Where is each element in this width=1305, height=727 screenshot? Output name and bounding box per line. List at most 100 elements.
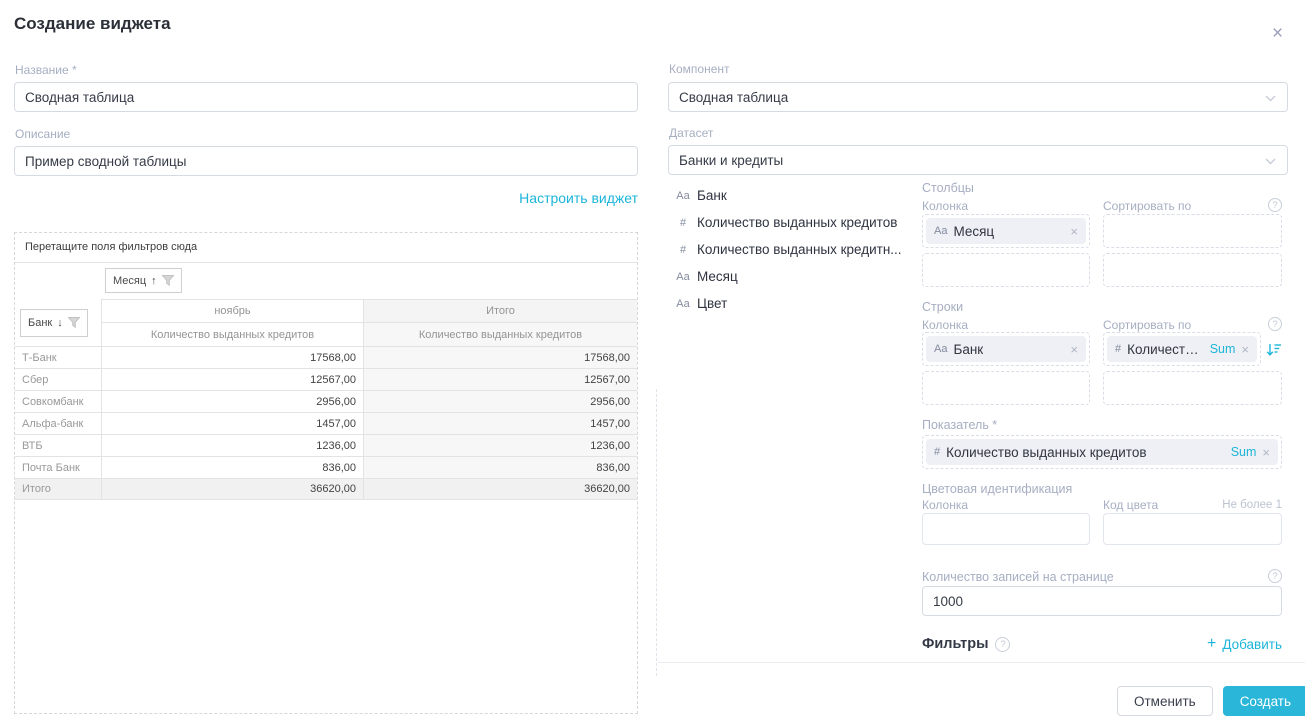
dataset-field-credits-count-2[interactable]: # Количество выданных кредитн... [676, 236, 916, 263]
page-size-label: Количество записей на странице [922, 570, 1282, 584]
help-icon[interactable]: ? [1268, 569, 1282, 583]
chevron-down-icon [1265, 95, 1276, 102]
rows-dropzone-empty[interactable] [922, 371, 1090, 405]
configure-widget-link[interactable]: Настроить виджет [519, 190, 638, 206]
remove-icon[interactable]: × [1070, 224, 1078, 239]
pivot-cell: 1236,00 [101, 434, 363, 456]
dataset-field-color[interactable]: Aa Цвет [676, 290, 916, 317]
color-limit-hint: Не более 1 [1222, 499, 1282, 511]
filter-funnel-icon[interactable] [68, 317, 80, 328]
rows-sort-label: Сортировать по [1103, 318, 1282, 332]
remove-icon[interactable]: × [1241, 342, 1249, 357]
number-type-icon: # [934, 446, 940, 458]
pivot-cell: 1236,00 [363, 434, 637, 456]
rows-sort-dropzone[interactable]: # Количество... Sum × [1103, 332, 1261, 366]
color-code-dropzone[interactable] [1103, 513, 1282, 545]
pivot-cell: 836,00 [363, 456, 637, 478]
component-select-value: Сводная таблица [679, 90, 788, 105]
pivot-measure-header: Количество выданных кредитов [101, 322, 363, 346]
columns-dropzone[interactable]: Aa Месяц × [922, 214, 1090, 248]
measure-chip[interactable]: # Количество выданных кредитов Sum × [926, 439, 1278, 465]
pivot-row-label: Совкомбанк [15, 390, 101, 412]
remove-icon[interactable]: × [1262, 445, 1270, 460]
filter-funnel-icon[interactable] [162, 275, 174, 286]
columns-chip-month[interactable]: Aa Месяц × [926, 218, 1086, 244]
dataset-field-credits-count[interactable]: # Количество выданных кредитов [676, 209, 916, 236]
dataset-label: Датасет [669, 126, 713, 140]
pivot-row-chip-label: Банк [28, 317, 52, 329]
pivot-cell: 12567,00 [363, 368, 637, 390]
pivot-col-header-total: Итого [363, 299, 637, 322]
dataset-field-month[interactable]: Aa Месяц [676, 263, 916, 290]
sort-desc-icon: ↓ [57, 317, 63, 329]
dataset-select-value: Банки и кредиты [679, 153, 783, 168]
columns-section-title: Столбцы [922, 180, 1282, 196]
filters-title: Фильтры [922, 636, 988, 652]
text-type-icon: Aa [934, 225, 947, 237]
add-filter-button[interactable]: + Добавить [1207, 636, 1282, 652]
rows-sort-chip[interactable]: # Количество... Sum × [1107, 336, 1257, 362]
pivot-cell: 17568,00 [363, 346, 637, 368]
description-input[interactable] [14, 146, 638, 176]
page-size-input[interactable] [922, 586, 1282, 616]
color-section-title: Цветовая идентификация [922, 481, 1282, 497]
rows-dropzone[interactable]: Aa Банк × [922, 332, 1090, 366]
remove-icon[interactable]: × [1070, 342, 1078, 357]
text-type-icon: Aa [934, 343, 947, 355]
component-label: Компонент [669, 62, 730, 76]
pivot-row-label: Т-Банк [15, 346, 101, 368]
help-icon[interactable]: ? [995, 637, 1010, 652]
sort-direction-icon[interactable] [1266, 342, 1282, 357]
page-title: Создание виджета [14, 14, 171, 34]
chevron-down-icon [1265, 158, 1276, 165]
text-type-icon: Aa [676, 190, 690, 202]
columns-sort-dropzone-empty[interactable] [1103, 253, 1282, 287]
pivot-table: Банк ↓ ноябрь Итого Количество выданных … [15, 299, 637, 500]
measure-dropzone[interactable]: # Количество выданных кредитов Sum × [922, 435, 1282, 469]
pivot-cell: 1457,00 [101, 412, 363, 434]
number-type-icon: # [676, 244, 690, 256]
footer-divider [658, 662, 1305, 663]
cancel-button[interactable]: Отменить [1117, 686, 1213, 716]
pivot-cell: 17568,00 [101, 346, 363, 368]
measure-section-title: Показатель * [922, 417, 1282, 433]
plus-icon: + [1207, 636, 1216, 652]
pivot-cell: 836,00 [101, 456, 363, 478]
columns-dropzone-empty[interactable] [922, 253, 1090, 287]
aggregation-badge[interactable]: Sum [1231, 445, 1257, 459]
pivot-corner-cell: Банк ↓ [15, 299, 101, 346]
pivot-total-cell: 36620,00 [363, 478, 637, 500]
pivot-filter-dropzone[interactable]: Перетащите поля фильтров сюда [15, 233, 637, 263]
rows-section-title: Строки [922, 299, 1282, 315]
rows-chip-bank[interactable]: Aa Банк × [926, 336, 1086, 362]
columns-sort-label: Сортировать по [1103, 199, 1282, 213]
pivot-row-chip[interactable]: Банк ↓ [20, 309, 88, 337]
description-label: Описание [15, 127, 70, 141]
columns-sort-dropzone[interactable] [1103, 214, 1282, 248]
rows-sort-dropzone-empty[interactable] [1103, 371, 1282, 405]
dataset-field-bank[interactable]: Aa Банк [676, 182, 916, 209]
pivot-cell: 2956,00 [101, 390, 363, 412]
help-icon[interactable]: ? [1268, 198, 1282, 212]
sort-asc-icon: ↑ [151, 275, 157, 287]
dataset-select[interactable]: Банки и кредиты [668, 145, 1288, 175]
number-type-icon: # [676, 217, 690, 229]
aggregation-badge[interactable]: Sum [1210, 342, 1236, 356]
pivot-total-cell: 36620,00 [101, 478, 363, 500]
component-select[interactable]: Сводная таблица [668, 82, 1288, 112]
text-type-icon: Aa [676, 298, 690, 310]
pivot-row-label: Сбер [15, 368, 101, 390]
close-icon[interactable]: × [1272, 24, 1283, 43]
text-type-icon: Aa [676, 271, 690, 283]
dataset-field-list: Aa Банк # Количество выданных кредитов #… [676, 182, 916, 317]
pivot-column-area: Месяц ↑ [15, 263, 637, 299]
help-icon[interactable]: ? [1268, 317, 1282, 331]
panel-divider [656, 389, 657, 676]
name-input[interactable] [14, 82, 638, 112]
columns-column-label: Колонка [922, 199, 1090, 213]
pivot-column-chip[interactable]: Месяц ↑ [105, 268, 182, 293]
pivot-row-label: Почта Банк [15, 456, 101, 478]
pivot-column-chip-label: Месяц [113, 275, 146, 287]
create-button[interactable]: Создать [1223, 686, 1305, 716]
color-column-dropzone[interactable] [922, 513, 1090, 545]
